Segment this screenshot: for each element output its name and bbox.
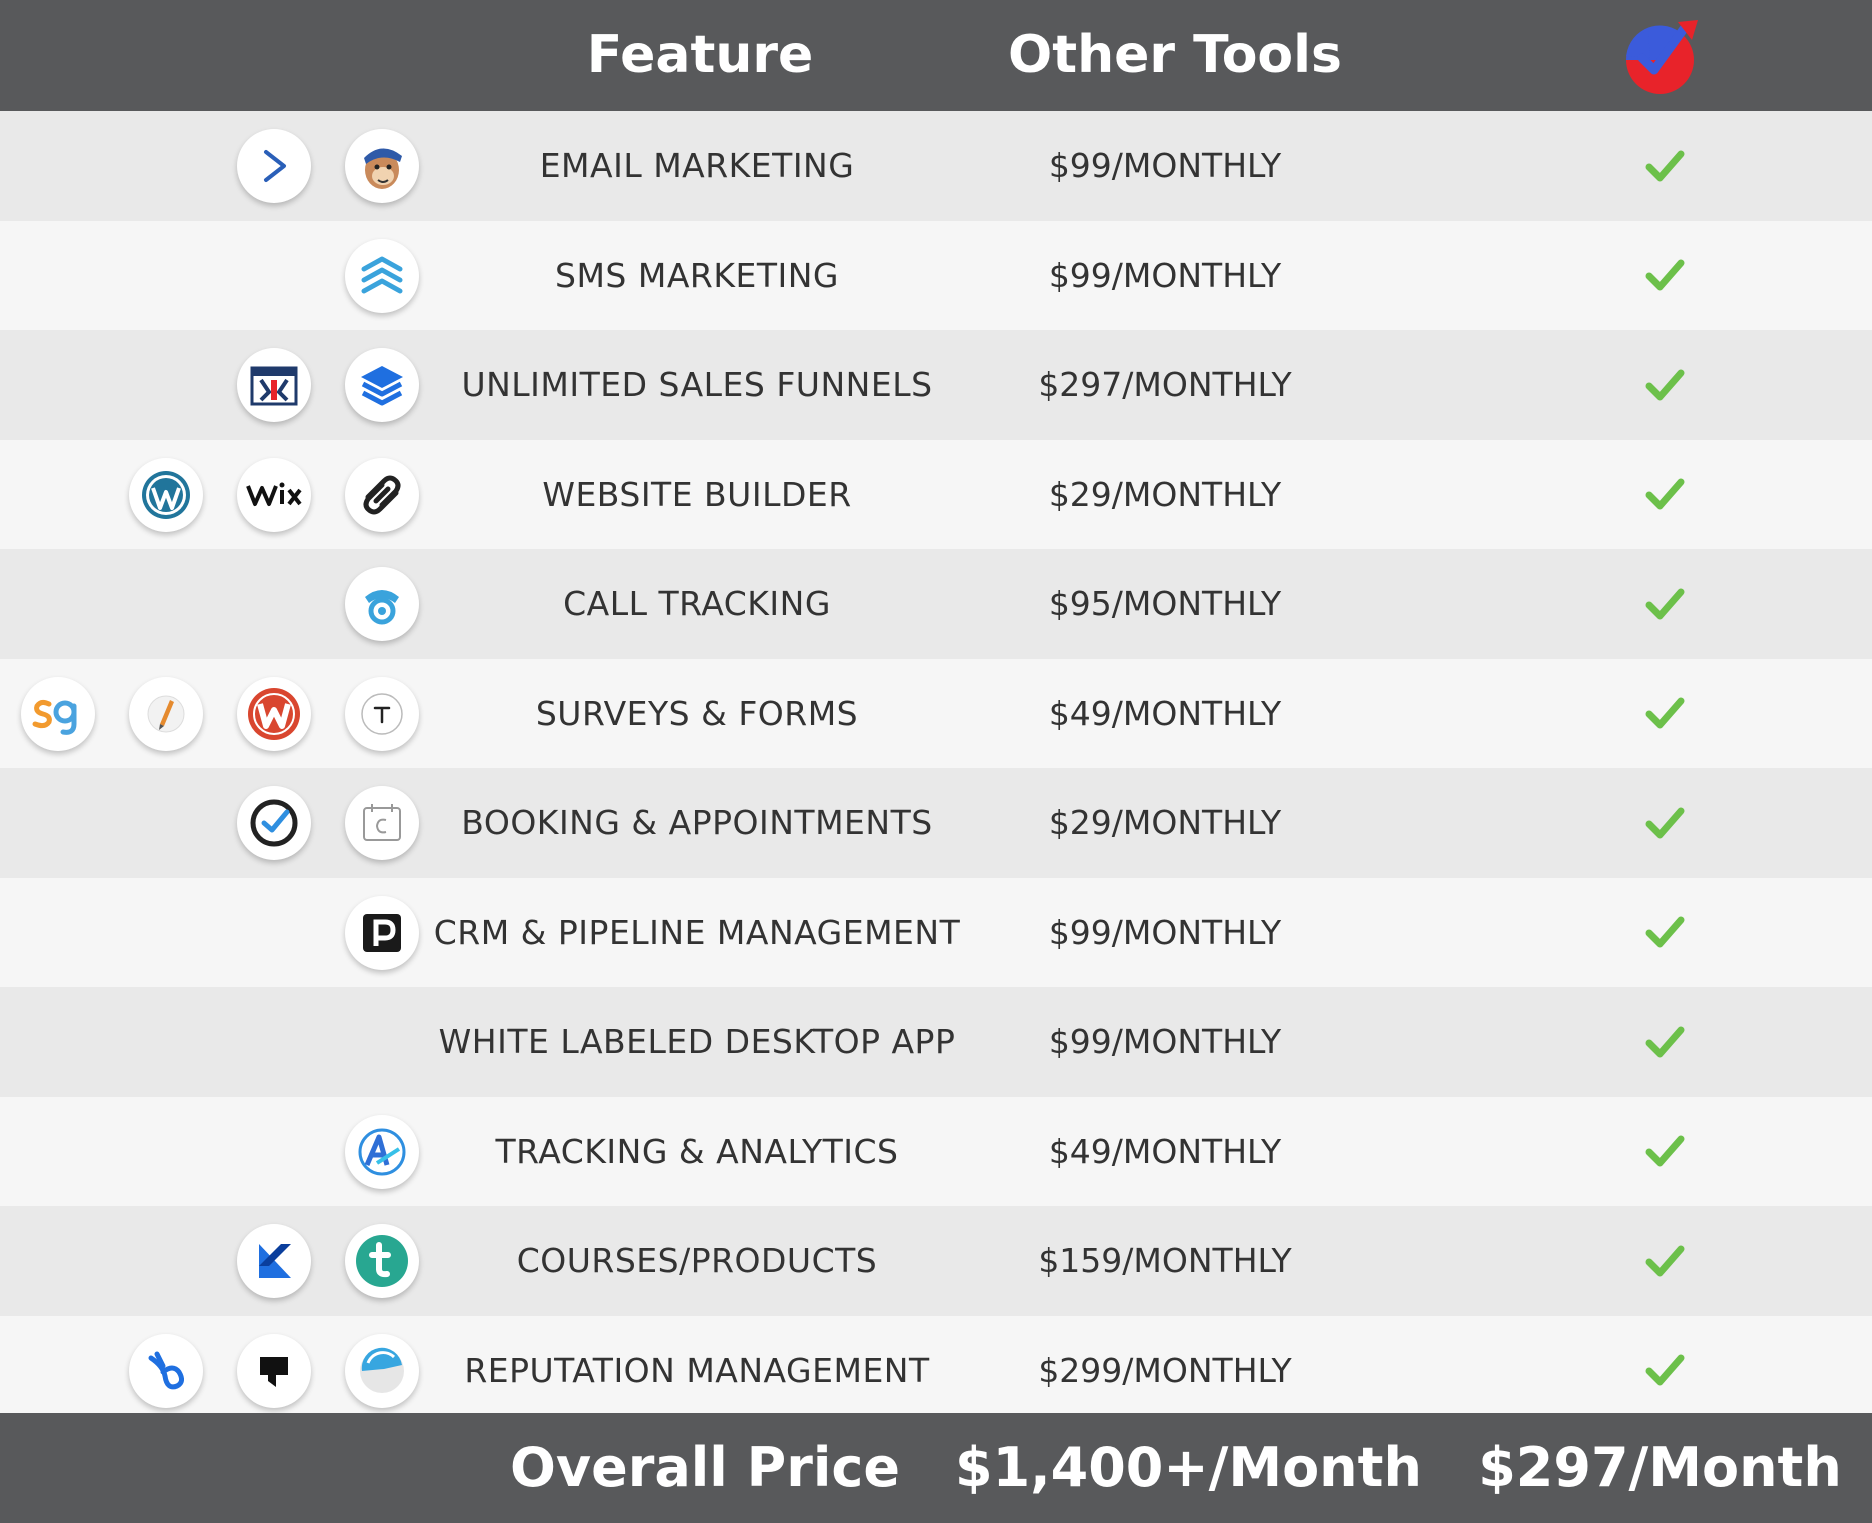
table-row: WHITE LABELED DESKTOP APP $99/MONTHLY [0,987,1872,1097]
other-tools-price: $299/MONTHLY [1038,1350,1292,1390]
table-row: UNLIMITED SALES FUNNELS $297/MONTHLY [0,330,1872,440]
pen-icon [129,676,203,751]
call-tracking-icon [345,567,419,641]
feature-label: EMAIL MARKETING [539,146,855,186]
other-tools-price: $49/MONTHLY [1048,1131,1282,1171]
teachable-icon [345,1224,419,1298]
table-row: WEBSITE BUILDER $29/MONTHLY [0,439,1872,550]
check-icon [1640,221,1690,331]
feature-label: COURSES/PRODUCTS [516,1241,878,1281]
feature-label: CALL TRACKING [563,584,831,624]
table-row: BOOKING & APPOINTMENTS $29/MONTHLY [0,768,1872,878]
check-icon [1640,878,1690,988]
other-tools-price: $95/MONTHLY [1048,584,1282,624]
overall-price-label: Overall Price [510,1436,900,1499]
pipedrive-icon [345,895,419,970]
acuity-icon [237,786,311,860]
feature-label: UNLIMITED SALES FUNNELS [461,365,933,405]
wix-icon [237,457,311,532]
check-icon [1640,659,1690,769]
typeform-icon [345,676,419,751]
table-row: TRACKING & ANALYTICS $49/MONTHLY [0,1096,1872,1207]
check-icon [1640,1206,1690,1316]
sms-chevrons-icon [345,238,419,313]
table-row: REPUTATION MANAGEMENT $299/MONTHLY [0,1315,1872,1426]
other-tools-price: $99/MONTHLY [1048,1022,1282,1062]
podium-icon [237,1333,311,1408]
table-footer: Overall Price $1,400+/Month $297/Month [0,1413,1872,1523]
wufoo-icon [237,676,311,751]
other-tools-price: $99/MONTHLY [1048,146,1282,186]
feature-label: WEBSITE BUILDER [542,474,852,514]
squarespace-icon [345,457,419,532]
other-tools-price: $99/MONTHLY [1048,912,1282,952]
comparison-table: Feature Other Tools EMAIL MARKETING $99/… [0,0,1872,1523]
check-icon [1640,440,1690,550]
feature-label: REPUTATION MANAGEMENT [464,1350,930,1390]
table-row: SMS MARKETING $99/MONTHLY [0,220,1872,331]
other-tools-column-header: Other Tools [1008,25,1342,85]
feature-label: BOOKING & APPOINTMENTS [461,803,933,843]
brand-logo-icon [1620,18,1700,96]
check-icon [1640,1316,1690,1426]
other-tools-price: $159/MONTHLY [1038,1241,1292,1281]
feature-label: CRM & PIPELINE MANAGEMENT [433,912,961,952]
check-icon [1640,549,1690,659]
layers-icon [345,348,419,422]
analytics-icon [345,1114,419,1189]
other-tools-price: $29/MONTHLY [1048,474,1282,514]
calendly-icon [345,786,419,860]
feature-column-header: Feature [586,25,814,85]
mailchimp-icon [345,129,419,203]
check-icon [1640,1097,1690,1207]
feature-label: WHITE LABELED DESKTOP APP [438,1022,956,1062]
feature-label: SMS MARKETING [555,255,839,295]
feature-label: TRACKING & ANALYTICS [495,1131,899,1171]
table-row: SURVEYS & FORMS $49/MONTHLY [0,658,1872,769]
feature-rows: EMAIL MARKETING $99/MONTHLY SMS MARKETIN… [0,111,1872,1425]
feature-label: SURVEYS & FORMS [535,693,859,733]
surveygizmo-icon [21,676,95,751]
other-tools-price: $29/MONTHLY [1048,803,1282,843]
other-tools-price: $297/MONTHLY [1038,365,1292,405]
table-row: EMAIL MARKETING $99/MONTHLY [0,111,1872,221]
clickfunnels-icon [237,348,311,422]
table-row: CRM & PIPELINE MANAGEMENT $99/MONTHLY [0,877,1872,988]
activecampaign-icon [237,129,311,203]
other-tools-total: $1,400+/Month [955,1436,1422,1499]
check-icon [1640,768,1690,878]
check-icon [1640,987,1690,1097]
reputation-icon [345,1333,419,1408]
table-row: COURSES/PRODUCTS $159/MONTHLY [0,1206,1872,1316]
other-tools-price: $99/MONTHLY [1048,255,1282,295]
birdeye-icon [129,1333,203,1408]
other-tools-price: $49/MONTHLY [1048,693,1282,733]
check-icon [1640,330,1690,440]
table-row: CALL TRACKING $95/MONTHLY [0,549,1872,659]
wordpress-icon [129,457,203,532]
table-header: Feature Other Tools [0,0,1872,111]
kajabi-icon [237,1224,311,1298]
check-icon [1640,111,1690,221]
our-total: $297/Month [1478,1436,1842,1499]
